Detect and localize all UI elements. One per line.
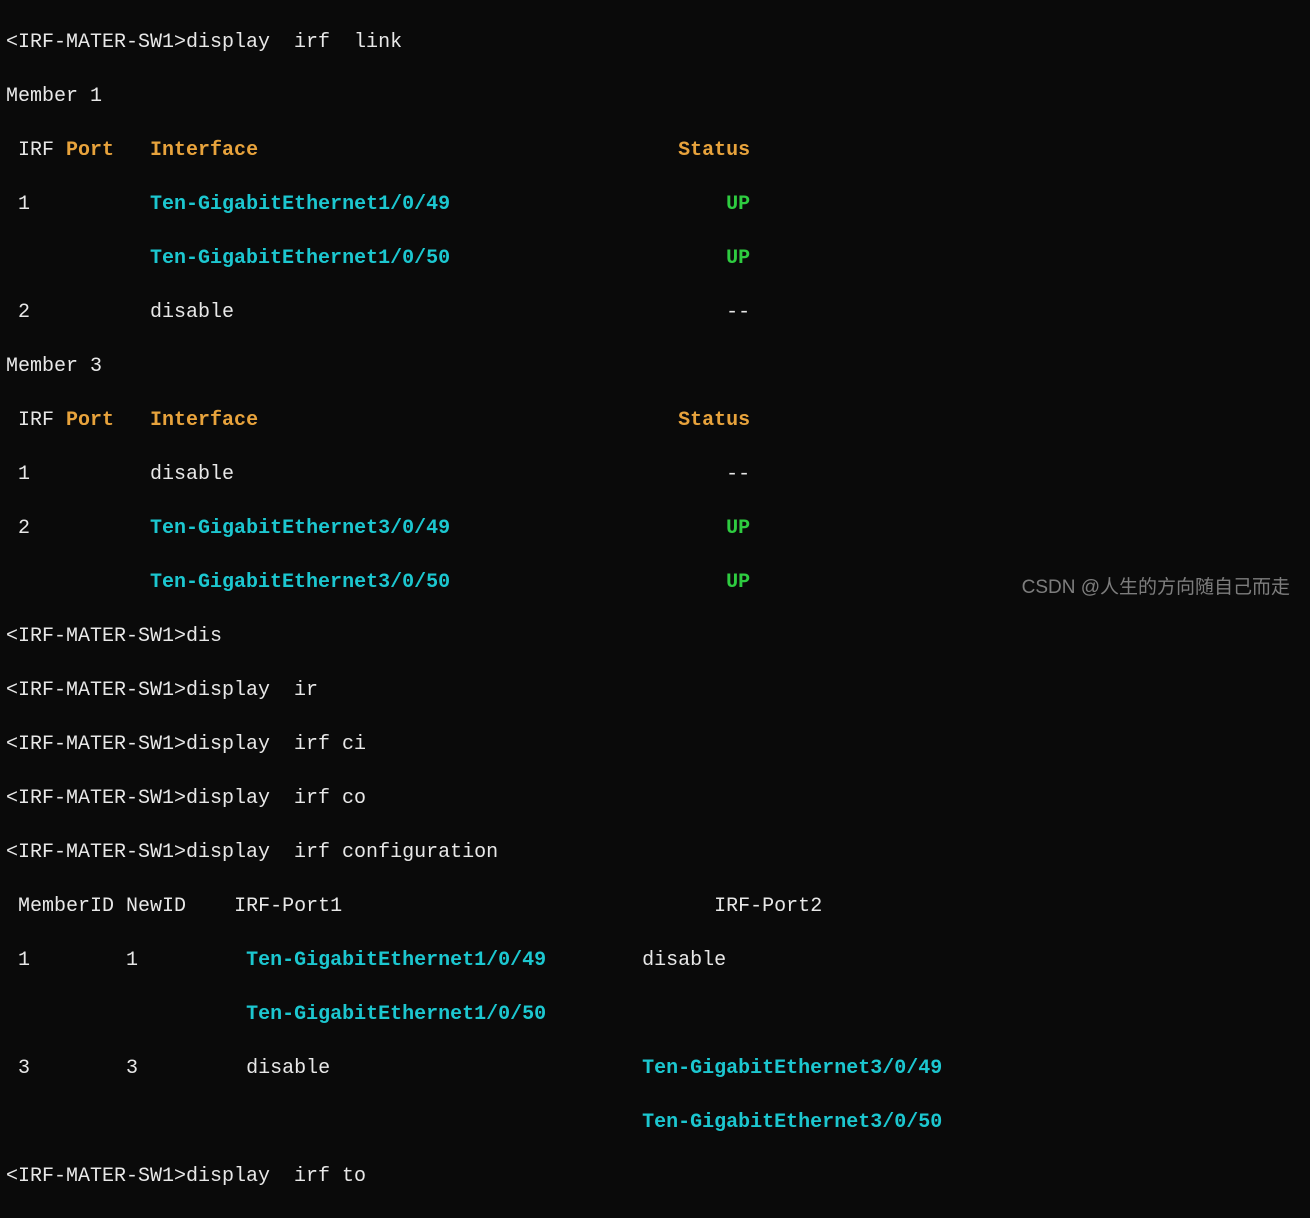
table-row: Ten-GigabitEthernet1/0/50 UP bbox=[6, 245, 1304, 272]
config-row: 3 3 disable Ten-GigabitEthernet3/0/49 bbox=[6, 1055, 1304, 1082]
cmd-line: <IRF-MATER-SW1>display irf to bbox=[6, 1163, 1304, 1190]
cmd-line: <IRF-MATER-SW1>display ir bbox=[6, 677, 1304, 704]
cmd-line: <IRF-MATER-SW1>display irf configuration bbox=[6, 839, 1304, 866]
cmd-line: <IRF-MATER-SW1>dis bbox=[6, 623, 1304, 650]
cmd-line: <IRF-MATER-SW1>display irf ci bbox=[6, 731, 1304, 758]
table-row: 2 disable -- bbox=[6, 299, 1304, 326]
cmd-line: <IRF-MATER-SW1>display irf co bbox=[6, 785, 1304, 812]
config-row: 1 1 Ten-GigabitEthernet1/0/49 disable bbox=[6, 947, 1304, 974]
cmd-line: <IRF-MATER-SW1>display irf link bbox=[6, 29, 1304, 56]
config-row: Ten-GigabitEthernet1/0/50 bbox=[6, 1001, 1304, 1028]
table-row: Ten-GigabitEthernet3/0/50 UP bbox=[6, 569, 1304, 596]
table-row: 2 Ten-GigabitEthernet3/0/49 UP bbox=[6, 515, 1304, 542]
config-row: Ten-GigabitEthernet3/0/50 bbox=[6, 1109, 1304, 1136]
terminal-output[interactable]: <IRF-MATER-SW1>display irf link Member 1… bbox=[0, 0, 1310, 1218]
table-header: IRF Port Interface Status bbox=[6, 137, 1304, 164]
member-header: Member 1 bbox=[6, 83, 1304, 110]
table-row: 1 Ten-GigabitEthernet1/0/49 UP bbox=[6, 191, 1304, 218]
config-header: MemberID NewID IRF-Port1 IRF-Port2 bbox=[6, 893, 1304, 920]
table-row: 1 disable -- bbox=[6, 461, 1304, 488]
table-header: IRF Port Interface Status bbox=[6, 407, 1304, 434]
member-header: Member 3 bbox=[6, 353, 1304, 380]
